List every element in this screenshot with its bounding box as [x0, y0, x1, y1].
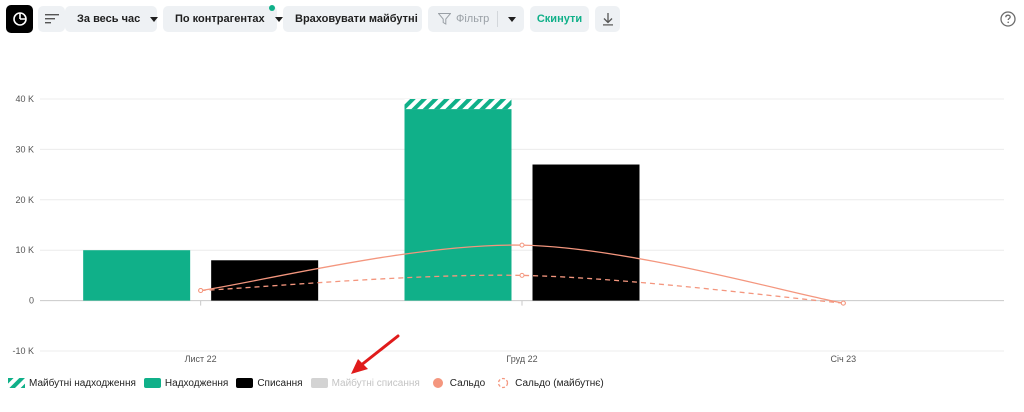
legend-label: Майбутні надходження: [29, 377, 136, 389]
y-tick-label: 40 K: [15, 94, 34, 104]
x-tick-label: Лист 22: [185, 354, 217, 364]
balance-point: [840, 300, 846, 306]
income-bar: [404, 109, 512, 301]
balance-point: [519, 242, 525, 248]
legend-label: Надходження: [164, 377, 229, 389]
income-swatch: [143, 378, 161, 388]
y-tick-label: 10 K: [15, 245, 34, 255]
legend-item-balance-future[interactable]: Сальдо (майбутнє): [493, 377, 604, 389]
legend-item-expense[interactable]: Списання: [236, 377, 303, 389]
y-tick-label: 20 K: [15, 195, 34, 205]
y-tick-label: -10 K: [12, 346, 34, 356]
legend-item-balance[interactable]: Сальдо: [428, 377, 485, 389]
expense-bar: [211, 260, 319, 301]
x-tick-label: Груд 22: [506, 354, 537, 364]
income-bar: [83, 250, 191, 301]
future-expense-swatch: [310, 378, 328, 388]
expense-bar: [532, 164, 640, 301]
legend-label: Списання: [257, 377, 303, 389]
dashed-circle-icon: [497, 377, 509, 389]
chart: 40 K 30 K 20 K 10 K 0 -10 K Лист 22 Груд 22 Січ …: [12, 94, 1004, 364]
future-balance-point: [519, 272, 525, 278]
balance-dot-icon: [432, 378, 443, 388]
legend-item-future-income[interactable]: Майбутні надходження: [8, 378, 136, 389]
legend: Майбутні надходження Надходження Списанн…: [8, 376, 612, 390]
x-tick-label: Січ 23: [830, 354, 856, 364]
legend-label: Сальдо: [449, 377, 486, 389]
annotation-arrow-icon: [351, 334, 400, 374]
legend-label: Сальдо (майбутнє): [515, 377, 604, 389]
future-income-bar: [404, 99, 512, 110]
hatch-swatch: [8, 378, 25, 388]
y-tick-label: 30 K: [15, 144, 34, 154]
balance-point: [198, 288, 204, 294]
legend-item-income[interactable]: Надходження: [143, 377, 229, 389]
y-tick-label: 0: [29, 296, 34, 306]
expense-swatch: [236, 378, 254, 388]
